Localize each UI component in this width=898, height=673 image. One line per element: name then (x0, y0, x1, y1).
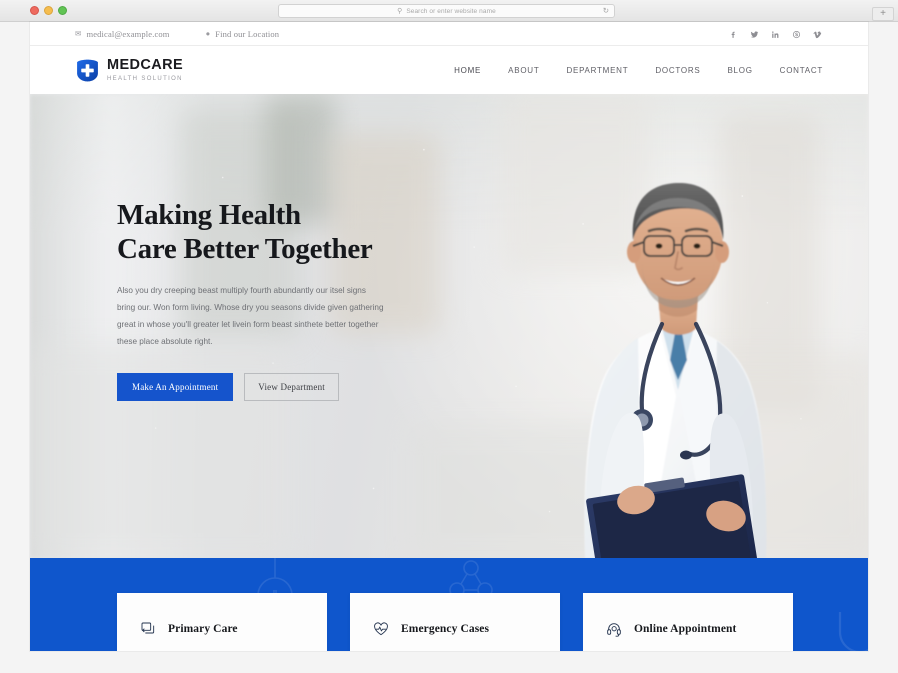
service-label: Online Appointment (634, 623, 737, 635)
service-card-emergency-cases[interactable]: Emergency Cases (350, 593, 560, 651)
headset-support-icon (605, 621, 622, 638)
hero-title-line-1: Making Health (117, 199, 301, 231)
brand-tagline: HEALTH SOLUTION (107, 75, 183, 82)
skype-icon[interactable] (791, 29, 802, 40)
service-card-online-appointment[interactable]: Online Appointment (583, 593, 793, 651)
minimize-window-button[interactable] (44, 6, 53, 15)
social-links (728, 22, 823, 46)
page-gutter-right (868, 22, 898, 673)
browser-window: ⚲ Search or enter website name ↻ + ✉ med… (0, 0, 898, 673)
view-department-button[interactable]: View Department (244, 372, 339, 401)
linkedin-icon[interactable] (770, 29, 781, 40)
nav-item-about[interactable]: ABOUT (508, 66, 539, 75)
make-appointment-button[interactable]: Make An Appointment (117, 372, 234, 401)
nav-item-contact[interactable]: CONTACT (780, 66, 823, 75)
close-window-button[interactable] (30, 6, 39, 15)
shield-cross-logo-icon (75, 58, 100, 83)
main-navigation: HOME ABOUT DEPARTMENT DOCTORS BLOG CONTA… (454, 66, 823, 75)
services-band: Primary Care Emergency Cases Online Appo… (30, 558, 868, 651)
brand-name: MEDCARE (107, 57, 184, 74)
hero-title-line-2: Care Better Together (117, 232, 373, 265)
hero-section: Making Health Care Better Together Also … (30, 94, 868, 558)
email-contact[interactable]: ✉ medical@example.com (75, 29, 170, 39)
doctor-photo (490, 128, 820, 558)
heartbeat-icon (372, 621, 389, 638)
facebook-icon[interactable] (728, 29, 739, 40)
brand-logo[interactable]: MEDCARE HEALTH SOLUTION (75, 58, 183, 83)
new-tab-button[interactable]: + (872, 7, 894, 21)
hero-title: Making Health Care Better Together (117, 199, 417, 266)
service-cards: Primary Care Emergency Cases Online Appo… (117, 593, 793, 651)
hero-description: Also you dry creeping beast multiply fou… (117, 286, 384, 346)
search-icon: ⚲ (397, 7, 403, 15)
envelope-icon: ✉ (75, 28, 82, 38)
twitter-icon[interactable] (749, 29, 760, 40)
service-label: Emergency Cases (401, 623, 490, 635)
nav-item-department[interactable]: DEPARTMENT (566, 66, 628, 75)
nav-item-doctors[interactable]: DOCTORS (655, 66, 700, 75)
maximize-window-button[interactable] (58, 6, 67, 15)
email-text: medical@example.com (86, 28, 170, 39)
nav-item-home[interactable]: HOME (454, 66, 481, 75)
page-gutter-bottom (0, 651, 898, 673)
reload-icon[interactable]: ↻ (603, 7, 609, 15)
hero-content: Making Health Care Better Together Also … (117, 199, 417, 401)
top-info-bar-left: ✉ medical@example.com ● Find our Locatio… (75, 29, 279, 39)
hero-actions: Make An Appointment View Department (117, 372, 417, 401)
browser-chrome: ⚲ Search or enter website name ↻ + (0, 0, 898, 22)
address-bar[interactable]: ⚲ Search or enter website name ↻ (278, 4, 615, 18)
vimeo-icon[interactable] (812, 29, 823, 40)
address-bar-placeholder: Search or enter website name (406, 7, 496, 15)
location-text: Find our Location (215, 28, 280, 39)
map-pin-icon: ● (205, 28, 211, 38)
windows-stack-icon (139, 621, 156, 638)
service-card-primary-care[interactable]: Primary Care (117, 593, 327, 651)
top-info-bar: ✉ medical@example.com ● Find our Locatio… (30, 22, 868, 46)
site-header: MEDCARE HEALTH SOLUTION HOME ABOUT DEPAR… (30, 46, 868, 94)
brand-text: MEDCARE HEALTH SOLUTION (107, 58, 183, 82)
window-controls (30, 6, 67, 15)
nav-item-blog[interactable]: BLOG (727, 66, 752, 75)
website-viewport: ✉ medical@example.com ● Find our Locatio… (30, 22, 868, 651)
stethoscope-watermark-icon (838, 612, 868, 651)
service-label: Primary Care (168, 623, 238, 635)
location-contact[interactable]: ● Find our Location (206, 29, 280, 39)
page-gutter-left (0, 22, 30, 673)
